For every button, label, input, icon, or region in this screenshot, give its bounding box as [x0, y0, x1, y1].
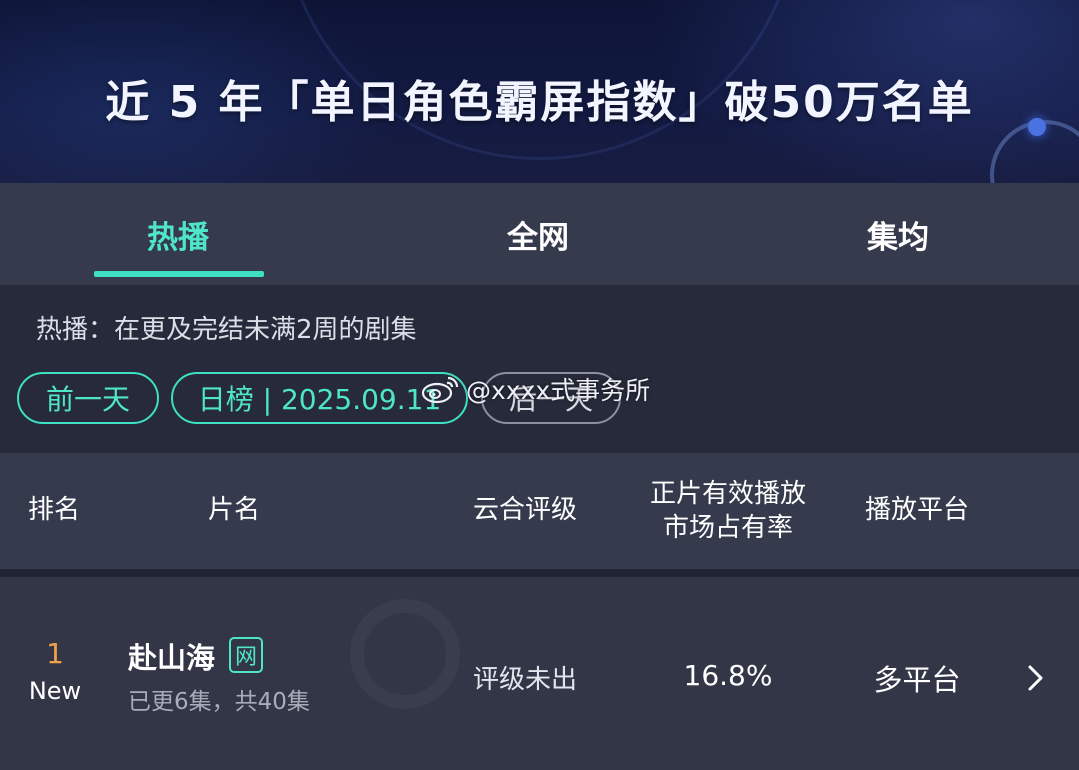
row-market-share: 16.8%	[683, 659, 773, 692]
weibo-watermark: @xxxx式事务所	[420, 371, 650, 407]
tab-all-network[interactable]: 全网	[408, 183, 668, 285]
row-rating: 评级未出	[472, 665, 577, 695]
header-rank: 排名	[28, 495, 81, 525]
background-watermark	[350, 599, 460, 709]
tab-hot[interactable]: 热播	[48, 183, 308, 285]
header-title: 片名	[208, 495, 261, 525]
header-platform: 播放平台	[864, 495, 969, 525]
network-drama-badge: 网	[229, 637, 263, 673]
header-market-share-line2: 市场占有率	[662, 513, 793, 543]
header-market-share-line1: 正片有效播放	[649, 479, 806, 509]
filter-section: 热播：在更及完结未满2周的剧集 前一天 日榜 | 2025.09.11 后一天 …	[0, 285, 1079, 453]
previous-day-button[interactable]: 前一天	[17, 372, 159, 424]
tab-bar: 热播 全网 集均	[0, 183, 1079, 285]
tab-per-episode[interactable]: 集均	[768, 183, 1028, 285]
header-market-share: 正片有效播放 市场占有率	[640, 477, 816, 545]
chevron-right-icon[interactable]	[1020, 663, 1050, 693]
banner: 近 5 年「单日角色霸屏指数」破50万名单	[0, 0, 1079, 183]
row-platform: 多平台	[873, 663, 961, 697]
active-tab-indicator	[94, 271, 264, 277]
banner-title: 近 5 年「单日角色霸屏指数」破50万名单	[105, 77, 974, 128]
category-description: 热播：在更及完结未满2周的剧集	[36, 315, 417, 345]
table-header: 排名 片名 云合评级 正片有效播放 市场占有率 播放平台	[0, 453, 1079, 569]
table-row[interactable]: 1 New 赴山海 网 已更6集，共40集 评级未出 16.8% 多平台	[0, 577, 1079, 770]
row-rank: 1	[46, 637, 64, 670]
row-new-status: New	[28, 677, 82, 705]
watermark-text: @xxxx式事务所	[466, 376, 651, 405]
weibo-icon	[421, 376, 459, 404]
header-rating: 云合评级	[472, 495, 577, 525]
divider	[0, 569, 1079, 577]
row-episodes: 已更6集，共40集	[128, 689, 310, 715]
row-show-title: 赴山海	[128, 641, 216, 675]
page: 近 5 年「单日角色霸屏指数」破50万名单 热播 全网 集均 热播：在更及完结未…	[0, 0, 1079, 770]
